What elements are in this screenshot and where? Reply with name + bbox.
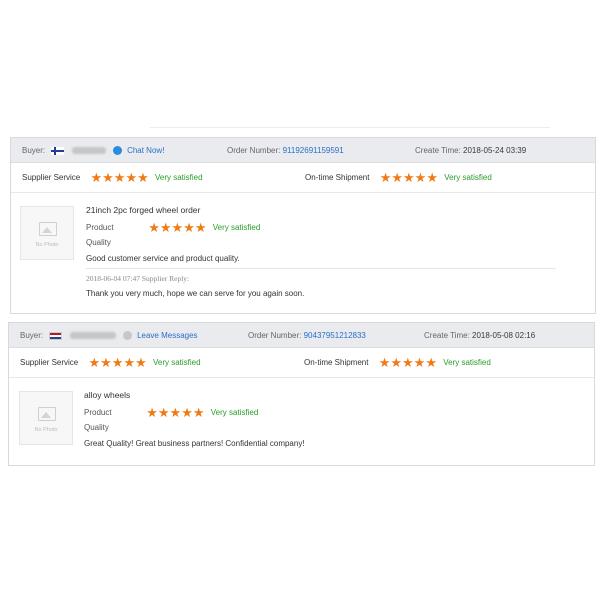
star-rating-icon: ★★★★★ [379, 170, 438, 185]
star-rating-icon: ★★★★★ [90, 170, 149, 185]
review-comment: Great Quality! Great business partners! … [84, 439, 305, 448]
supplier-service-rating: Supplier Service ★★★★★ Very satisfied [22, 163, 203, 193]
product-label: Product [86, 223, 114, 233]
create-time-label: Create Time: [415, 146, 461, 155]
supplier-service-label: Supplier Service [22, 173, 81, 183]
create-time-label: Create Time: [424, 331, 470, 340]
buyer-label: Buyer: [20, 331, 44, 340]
review-header: Buyer: Leave Messages Order Number: 9043… [9, 323, 594, 348]
supplier-service-rating: Supplier Service ★★★★★ Very satisfied [20, 348, 201, 378]
rating-text: Very satisfied [443, 358, 491, 368]
buyer-label: Buyer: [22, 146, 46, 155]
star-rating-icon: ★★★★★ [146, 405, 205, 420]
image-icon [39, 222, 57, 236]
overall-ratings: Supplier Service ★★★★★ Very satisfied On… [9, 348, 594, 378]
rating-text: Very satisfied [212, 223, 261, 233]
chat-now-link[interactable]: Chat Now! [127, 146, 164, 155]
buyer-info: Buyer: Chat Now! [22, 138, 164, 163]
rating-text: Very satisfied [153, 358, 201, 368]
supplier-reply-text: Thank you very much, hope we can serve f… [86, 289, 305, 298]
leave-messages-link[interactable]: Leave Messages [137, 331, 197, 340]
supplier-reply-meta: 2018-06-04 07:47 Supplier Reply: [86, 274, 190, 283]
product-label: Product [84, 408, 112, 418]
review-header: Buyer: Chat Now! Order Number: 911926911… [11, 138, 595, 163]
finland-flag-icon [51, 146, 65, 155]
shipment-label: On-time Shipment [304, 358, 369, 368]
review-comment: Good customer service and product qualit… [86, 254, 240, 263]
supplier-service-label: Supplier Service [20, 358, 79, 368]
quality-label: Quality [86, 238, 111, 247]
product-rating: Product ★★★★★ Very satisfied [86, 220, 260, 236]
create-time: Create Time: 2018-05-24 03:39 [415, 138, 526, 163]
create-time: Create Time: 2018-05-08 02:16 [424, 323, 535, 348]
rating-text: Very satisfied [155, 173, 203, 183]
shipment-label: On-time Shipment [305, 173, 370, 183]
create-time-value: 2018-05-08 02:16 [472, 331, 536, 340]
product-title: 21inch 2pc forged wheel order [86, 205, 201, 215]
rating-text: Very satisfied [444, 173, 492, 183]
quality-label: Quality [84, 423, 109, 432]
create-time-value: 2018-05-24 03:39 [463, 146, 527, 155]
product-title: alloy wheels [84, 390, 131, 400]
star-rating-icon: ★★★★★ [88, 355, 147, 370]
image-icon [38, 407, 56, 421]
rating-text: Very satisfied [210, 408, 259, 418]
product-photo-placeholder: No Photo [19, 391, 73, 445]
top-divider [150, 127, 550, 128]
buyer-info: Buyer: Leave Messages [20, 323, 198, 348]
product-photo-placeholder: No Photo [20, 206, 74, 260]
order-number: Order Number: 91192691159591 [227, 138, 344, 163]
product-rating: Product ★★★★★ Very satisfied [84, 405, 258, 421]
review-card: Buyer: Chat Now! Order Number: 911926911… [10, 137, 596, 314]
reply-divider [86, 268, 556, 269]
order-number-link[interactable]: 91192691159591 [283, 146, 344, 155]
review-card: Buyer: Leave Messages Order Number: 9043… [8, 322, 595, 466]
no-photo-label: No Photo [34, 427, 58, 433]
order-number: Order Number: 90437951212833 [248, 323, 366, 348]
star-rating-icon: ★★★★★ [378, 355, 437, 370]
order-number-label: Order Number: [227, 146, 281, 155]
netherlands-flag-icon [49, 331, 63, 340]
chat-icon[interactable] [112, 146, 122, 156]
order-number-label: Order Number: [248, 331, 302, 340]
order-number-link[interactable]: 90437951212833 [304, 331, 366, 340]
overall-ratings: Supplier Service ★★★★★ Very satisfied On… [11, 163, 595, 193]
no-photo-label: No Photo [35, 242, 59, 248]
buyer-name-redacted [69, 332, 116, 340]
shipment-rating: On-time Shipment ★★★★★ Very satisfied [304, 348, 491, 378]
buyer-name-redacted [71, 147, 106, 155]
star-rating-icon: ★★★★★ [148, 220, 207, 235]
shipment-rating: On-time Shipment ★★★★★ Very satisfied [305, 163, 492, 193]
message-icon[interactable] [122, 331, 132, 341]
